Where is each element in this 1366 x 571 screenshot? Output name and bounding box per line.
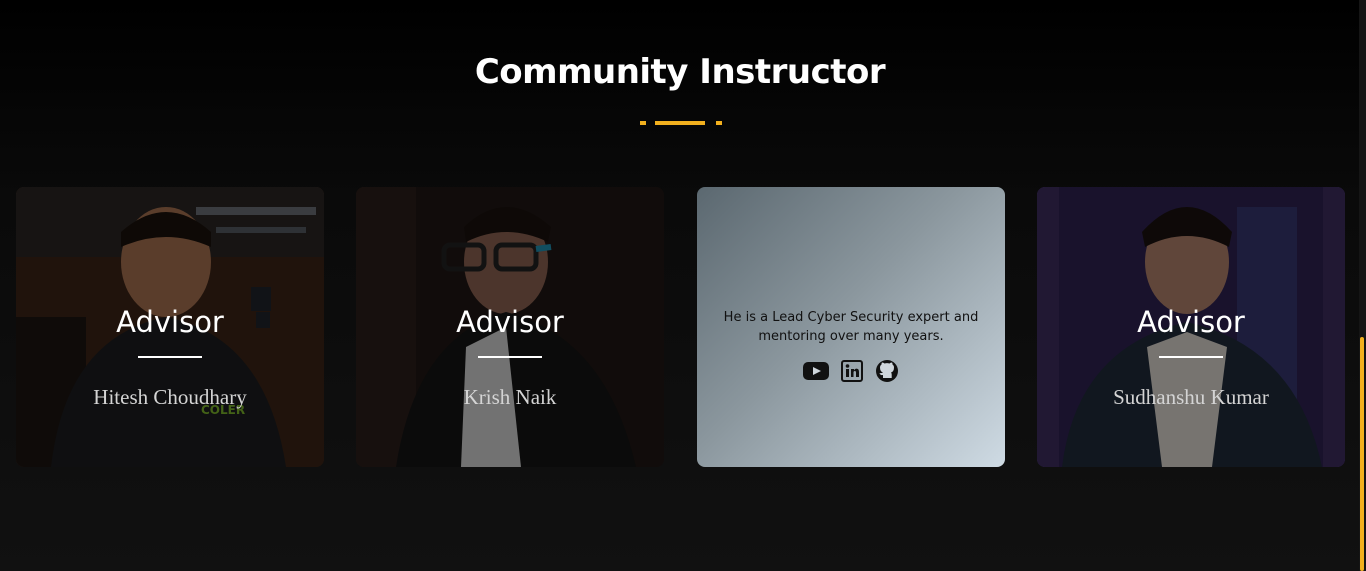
- divider-bar: [655, 121, 705, 125]
- scrollbar-thumb[interactable]: [1360, 337, 1364, 571]
- role-underline: [1159, 356, 1223, 358]
- linkedin-icon[interactable]: [841, 360, 863, 387]
- section-title: Community Instructor: [474, 52, 886, 92]
- instructor-name: Sudhanshu Kumar: [1113, 385, 1269, 409]
- youtube-icon[interactable]: [802, 361, 829, 386]
- divider-dot-right: [716, 121, 722, 125]
- card-role: Advisor: [1137, 305, 1245, 339]
- divider-dot-left: [640, 121, 646, 125]
- instructor-name: Hitesh Choudhary: [93, 385, 247, 409]
- instructor-description: He is a Lead Cyber Security expert and m…: [723, 310, 979, 344]
- github-icon[interactable]: [875, 359, 899, 388]
- card-role: Advisor: [456, 305, 564, 339]
- role-underline: [478, 356, 542, 358]
- card-role: Advisor: [116, 305, 224, 339]
- instructor-card-krish[interactable]: Advisor Krish Naik: [356, 187, 664, 467]
- role-underline: [138, 356, 202, 358]
- instructor-card-hitesh[interactable]: COLER Advisor Hitesh Choudhary: [16, 187, 324, 467]
- instructor-name: Krish Naik: [463, 385, 557, 409]
- social-links: [697, 359, 1005, 388]
- instructor-card-sudhanshu[interactable]: Advisor Sudhanshu Kumar: [1037, 187, 1345, 467]
- instructor-card-cyber-security[interactable]: He is a Lead Cyber Security expert and m…: [697, 187, 1005, 467]
